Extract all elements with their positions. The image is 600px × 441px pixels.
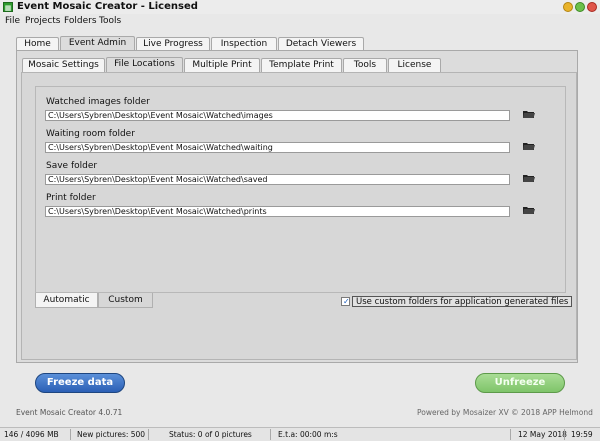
folder-open-icon[interactable] (523, 110, 537, 121)
memory-status: 146 / 4096 MB (4, 430, 59, 439)
status-divider (148, 429, 149, 440)
folder-open-icon[interactable] (523, 142, 537, 153)
menu-projects[interactable]: Projects (25, 14, 60, 28)
freeze-data-button[interactable]: Freeze data (35, 373, 125, 393)
tab-detach-viewers[interactable]: Detach Viewers (278, 37, 364, 51)
menu-folders[interactable]: Folders (64, 14, 97, 28)
save-folder-label: Save folder (46, 161, 98, 171)
tab-event-admin[interactable]: Event Admin (60, 36, 135, 51)
waiting-folder-input[interactable]: C:\Users\Sybren\Desktop\Event Mosaic\Wat… (45, 142, 510, 153)
tab-mosaic-settings[interactable]: Mosaic Settings (22, 58, 105, 72)
print-folder-label: Print folder (46, 193, 96, 203)
date-status: 12 May 2018 (518, 430, 567, 439)
status-divider (510, 429, 511, 440)
window-title: Event Mosaic Creator - Licensed (17, 1, 198, 12)
watched-folder-input[interactable]: C:\Users\Sybren\Desktop\Event Mosaic\Wat… (45, 110, 510, 121)
watched-folder-label: Watched images folder (46, 97, 150, 107)
new-pictures-status: New pictures: 500 (77, 430, 146, 439)
menu-file[interactable]: File (5, 14, 20, 28)
checkmark-icon: ✓ (343, 297, 350, 306)
powered-by-text: Powered by Mosaizer XV © 2018 APP Helmon… (417, 408, 593, 417)
eta-status: E.t.a: 00:00 m:s (278, 430, 338, 439)
tab-home[interactable]: Home (16, 37, 59, 51)
save-folder-input[interactable]: C:\Users\Sybren\Desktop\Event Mosaic\Wat… (45, 174, 510, 185)
tab-license[interactable]: License (388, 58, 441, 72)
tab-inspection[interactable]: Inspection (211, 37, 277, 51)
menu-tools[interactable]: Tools (99, 14, 121, 28)
status-divider (70, 429, 71, 440)
unfreeze-button[interactable]: Unfreeze (475, 373, 565, 393)
tab-template-print[interactable]: Template Print (261, 58, 342, 72)
custom-folders-label[interactable]: Use custom folders for application gener… (352, 296, 573, 307)
pictures-status: Status: 0 of 0 pictures (169, 430, 252, 439)
close-icon[interactable] (587, 2, 597, 12)
tab-tools[interactable]: Tools (343, 58, 387, 72)
status-divider (270, 429, 271, 440)
tab-file-locations[interactable]: File Locations (106, 57, 183, 72)
minimize-icon[interactable] (563, 2, 573, 12)
tab-automatic[interactable]: Automatic (35, 293, 98, 308)
app-mosaic-icon: ▦ (3, 2, 13, 12)
maximize-icon[interactable] (575, 2, 585, 12)
tab-custom[interactable]: Custom (98, 293, 153, 308)
status-divider (564, 429, 565, 440)
print-folder-input[interactable]: C:\Users\Sybren\Desktop\Event Mosaic\Wat… (45, 206, 510, 217)
version-text: Event Mosaic Creator 4.0.71 (16, 408, 123, 417)
custom-folders-checkbox[interactable]: ✓ (341, 297, 350, 306)
folder-open-icon[interactable] (523, 174, 537, 185)
tab-multiple-print[interactable]: Multiple Print (184, 58, 260, 72)
title-bar: ▦ Event Mosaic Creator - Licensed (0, 0, 600, 14)
menu-bar: File Projects Folders Tools (0, 14, 600, 28)
waiting-folder-label: Waiting room folder (46, 129, 135, 139)
status-bar: 146 / 4096 MB New pictures: 500 Status: … (0, 427, 600, 441)
tab-live-progress[interactable]: Live Progress (136, 37, 210, 51)
folder-open-icon[interactable] (523, 206, 537, 217)
time-status: 19:59 (571, 430, 593, 439)
